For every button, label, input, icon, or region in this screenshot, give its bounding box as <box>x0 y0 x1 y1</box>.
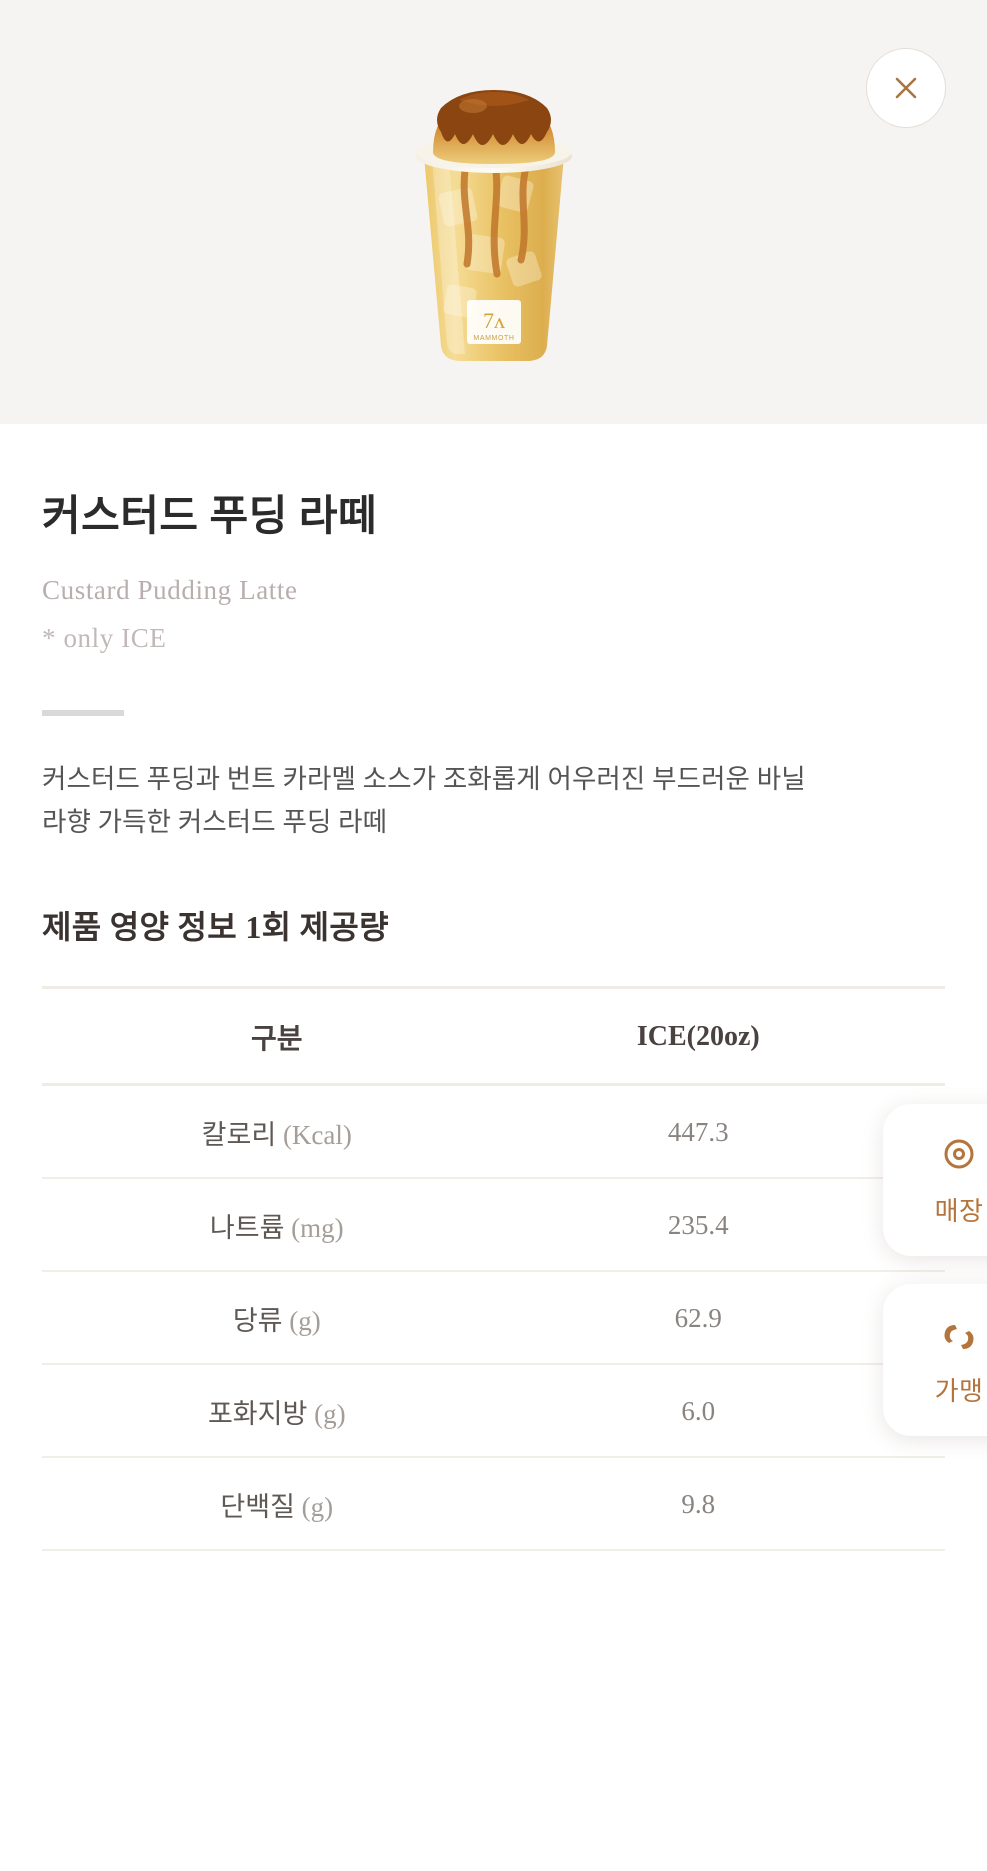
franchise-button[interactable]: 가맹 <box>883 1284 987 1436</box>
nutrition-section-title: 제품 영양 정보 1회 제공량 <box>42 908 389 945</box>
table-row: 칼로리 (Kcal) 447.3 <box>42 1084 945 1179</box>
location-pin-icon <box>944 1139 974 1168</box>
nutrition-table: 구분 ICE(20oz) 칼로리 (Kcal) 447.3 나트륨 (mg) 2… <box>42 985 945 1551</box>
row-label-protein: 단백질 (g) <box>42 1456 512 1551</box>
table-row: 나트륨 (mg) 235.4 <box>42 1177 945 1272</box>
page-title: 커스터드 푸딩 라떼 <box>42 494 378 540</box>
section-divider <box>42 710 124 716</box>
nutrient-name: 포화지방 <box>207 1398 308 1429</box>
table-row: 포화지방 (g) 6.0 <box>42 1363 945 1458</box>
svg-text:MAMMOTH: MAMMOTH <box>473 335 514 342</box>
row-value-saturated-fat: 6.0 <box>511 1363 945 1458</box>
nutrient-unit: (g) <box>289 1305 321 1336</box>
row-value-protein: 9.8 <box>511 1456 945 1551</box>
nutrient-unit: (mg) <box>291 1212 344 1243</box>
product-image: 7ʌ MAMMOTH <box>415 90 572 361</box>
nutrient-name: 칼로리 <box>201 1119 277 1150</box>
nutrient-unit: (Kcal) <box>282 1119 352 1150</box>
row-value-calories: 447.3 <box>511 1084 945 1179</box>
row-label-sodium: 나트륨 (mg) <box>42 1177 512 1272</box>
product-description: 커스터드 푸딩과 번트 카라멜 소스가 조화롭게 어우러진 부드러운 바닐라향 … <box>42 764 806 837</box>
row-label-saturated-fat: 포화지방 (g) <box>42 1363 512 1458</box>
product-content: 커스터드 푸딩 라떼 Custard Pudding Latte * only … <box>0 482 987 1551</box>
svg-text:7ʌ: 7ʌ <box>483 308 505 333</box>
nutrition-table-head: 구분 ICE(20oz) <box>42 985 945 1086</box>
row-label-calories: 칼로리 (Kcal) <box>42 1084 512 1179</box>
nutrient-name: 당류 <box>232 1305 283 1336</box>
store-locator-button[interactable]: 매장 <box>883 1104 987 1256</box>
close-icon <box>895 77 917 99</box>
handshake-icon <box>944 1324 974 1349</box>
nutrient-name: 나트륨 <box>209 1212 285 1243</box>
row-value-sodium: 235.4 <box>511 1177 945 1272</box>
table-row: 당류 (g) 62.9 <box>42 1270 945 1365</box>
table-header-row: 구분 ICE(20oz) <box>42 985 945 1086</box>
product-image-hero: 7ʌ MAMMOTH <box>0 0 987 424</box>
product-subtitle-en: Custard Pudding Latte <box>42 575 298 605</box>
floating-action-stack: 매장 가맹 <box>883 1104 987 1436</box>
nutrition-table-body: 칼로리 (Kcal) 447.3 나트륨 (mg) 235.4 당류 (g) 6… <box>42 1084 945 1551</box>
close-button[interactable] <box>866 48 946 128</box>
store-locator-label: 매장 <box>934 1196 984 1226</box>
nutrient-unit: (g) <box>314 1398 346 1429</box>
nutrient-unit: (g) <box>301 1491 334 1522</box>
franchise-label: 가맹 <box>934 1376 984 1406</box>
row-value-sugars: 62.9 <box>511 1270 945 1365</box>
nutrient-name: 단백질 <box>220 1491 295 1522</box>
product-detail-screen: 7ʌ MAMMOTH 커스터드 푸딩 라떼 Custard Pudding La… <box>0 0 987 1871</box>
column-header-ice: ICE(20oz) <box>511 985 945 1086</box>
product-note: * only ICE <box>42 623 167 653</box>
column-header-category: 구분 <box>42 985 512 1086</box>
table-row: 단백질 (g) 9.8 <box>42 1456 945 1551</box>
row-label-sugars: 당류 (g) <box>42 1270 512 1365</box>
